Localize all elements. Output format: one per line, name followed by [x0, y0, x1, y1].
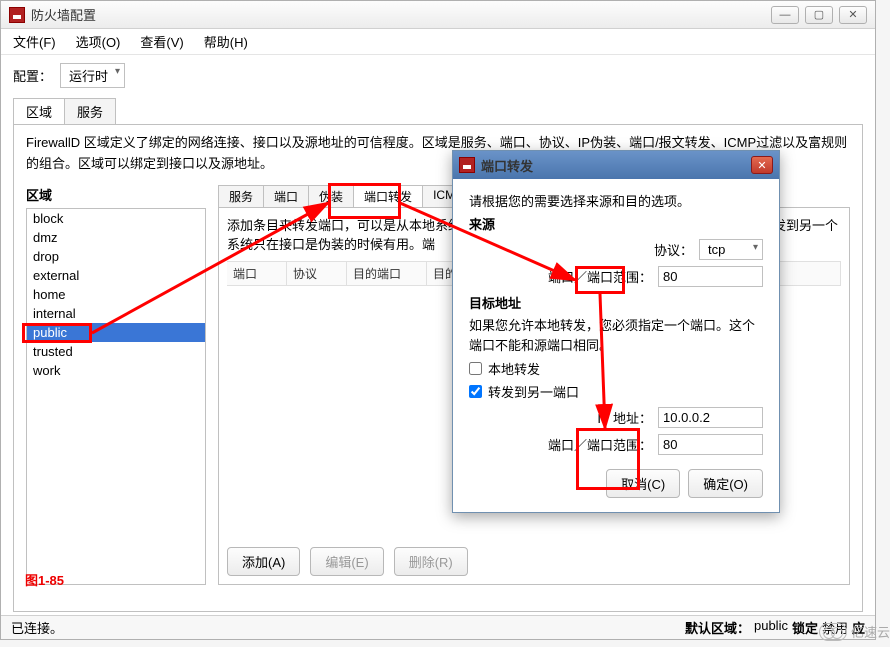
- source-port-input[interactable]: [658, 266, 763, 287]
- local-forward-check[interactable]: 本地转发: [469, 359, 763, 378]
- subtab-ports[interactable]: 端口: [263, 185, 309, 207]
- config-label: 配置：: [13, 66, 52, 85]
- close-button[interactable]: ✕: [839, 6, 867, 24]
- zone-item-trusted[interactable]: trusted: [27, 342, 205, 361]
- zone-item-external[interactable]: external: [27, 266, 205, 285]
- menu-help[interactable]: 帮助(H): [194, 29, 258, 54]
- menu-file[interactable]: 文件(F): [3, 29, 66, 54]
- minimize-button[interactable]: —: [771, 6, 799, 24]
- zone-item-drop[interactable]: drop: [27, 247, 205, 266]
- forward-other-check[interactable]: 转发到另一端口: [469, 382, 763, 401]
- forward-other-checkbox[interactable]: [469, 385, 482, 398]
- window-title: 防火墙配置: [31, 5, 771, 24]
- dest-port-label: 端口／端口范围：: [548, 435, 652, 454]
- dialog-title: 端口转发: [481, 156, 751, 175]
- zone-item-public[interactable]: public: [27, 323, 205, 342]
- zone-item-dmz[interactable]: dmz: [27, 228, 205, 247]
- titlebar: 防火墙配置 — ▢ ✕: [1, 1, 875, 29]
- ok-button[interactable]: 确定(O): [688, 469, 763, 498]
- dialog-instruction: 请根据您的需要选择来源和目的选项。: [469, 191, 763, 210]
- zone-list[interactable]: block dmz drop external home internal pu…: [26, 208, 206, 585]
- subtab-portfw[interactable]: 端口转发: [353, 185, 423, 207]
- statusbar: 已连接。 默认区域： public 锁定 禁用 应: [1, 615, 875, 639]
- status-default-zone-label: 默认区域：: [685, 618, 750, 637]
- col-toport[interactable]: 目的端口: [347, 262, 427, 285]
- subtab-services[interactable]: 服务: [218, 185, 264, 207]
- ip-label: IP 地址：: [597, 408, 652, 427]
- zone-panel-title: 区域: [26, 185, 206, 204]
- edit-button[interactable]: 编辑(E): [310, 547, 383, 576]
- menu-view[interactable]: 查看(V): [130, 29, 193, 54]
- add-button[interactable]: 添加(A): [227, 547, 300, 576]
- status-lock: 锁定: [792, 618, 818, 637]
- menu-options[interactable]: 选项(O): [66, 29, 131, 54]
- menubar: 文件(F) 选项(O) 查看(V) 帮助(H): [1, 29, 875, 55]
- cancel-button[interactable]: 取消(C): [606, 469, 680, 498]
- firewall-app-icon: [9, 7, 25, 23]
- watermark-icon: [819, 623, 847, 641]
- dest-note: 如果您允许本地转发，您必须指定一个端口。这个端口不能和源端口相同。: [469, 316, 763, 355]
- zone-item-home[interactable]: home: [27, 285, 205, 304]
- config-row: 配置： 运行时: [1, 55, 875, 92]
- col-proto[interactable]: 协议: [287, 262, 347, 285]
- config-combo[interactable]: 运行时: [60, 63, 125, 88]
- source-port-label: 端口／端口范围：: [548, 267, 652, 286]
- dialog-close-button[interactable]: ✕: [751, 156, 773, 174]
- dest-port-input[interactable]: [658, 434, 763, 455]
- col-port[interactable]: 端口: [227, 262, 287, 285]
- zone-item-internal[interactable]: internal: [27, 304, 205, 323]
- remove-button[interactable]: 删除(R): [394, 547, 468, 576]
- dialog-icon: [459, 157, 475, 173]
- watermark: 亿速云: [819, 622, 890, 641]
- maximize-button[interactable]: ▢: [805, 6, 833, 24]
- local-forward-checkbox[interactable]: [469, 362, 482, 375]
- figure-label: 图1-85: [25, 570, 64, 589]
- dialog-titlebar: 端口转发 ✕: [453, 151, 779, 179]
- zone-item-block[interactable]: block: [27, 209, 205, 228]
- dest-heading: 目标地址: [469, 293, 763, 312]
- source-heading: 来源: [469, 214, 763, 233]
- proto-combo[interactable]: tcp: [699, 239, 763, 260]
- status-zone: public: [754, 618, 788, 637]
- tab-service[interactable]: 服务: [64, 98, 116, 124]
- proto-label: 协议：: [654, 240, 693, 259]
- subtab-masq[interactable]: 伪装: [308, 185, 354, 207]
- ip-input[interactable]: [658, 407, 763, 428]
- status-connected: 已连接。: [11, 618, 63, 637]
- port-forward-dialog: 端口转发 ✕ 请根据您的需要选择来源和目的选项。 来源 协议： tcp 端口／端…: [452, 150, 780, 513]
- tab-zone[interactable]: 区域: [13, 98, 65, 124]
- zone-item-work[interactable]: work: [27, 361, 205, 380]
